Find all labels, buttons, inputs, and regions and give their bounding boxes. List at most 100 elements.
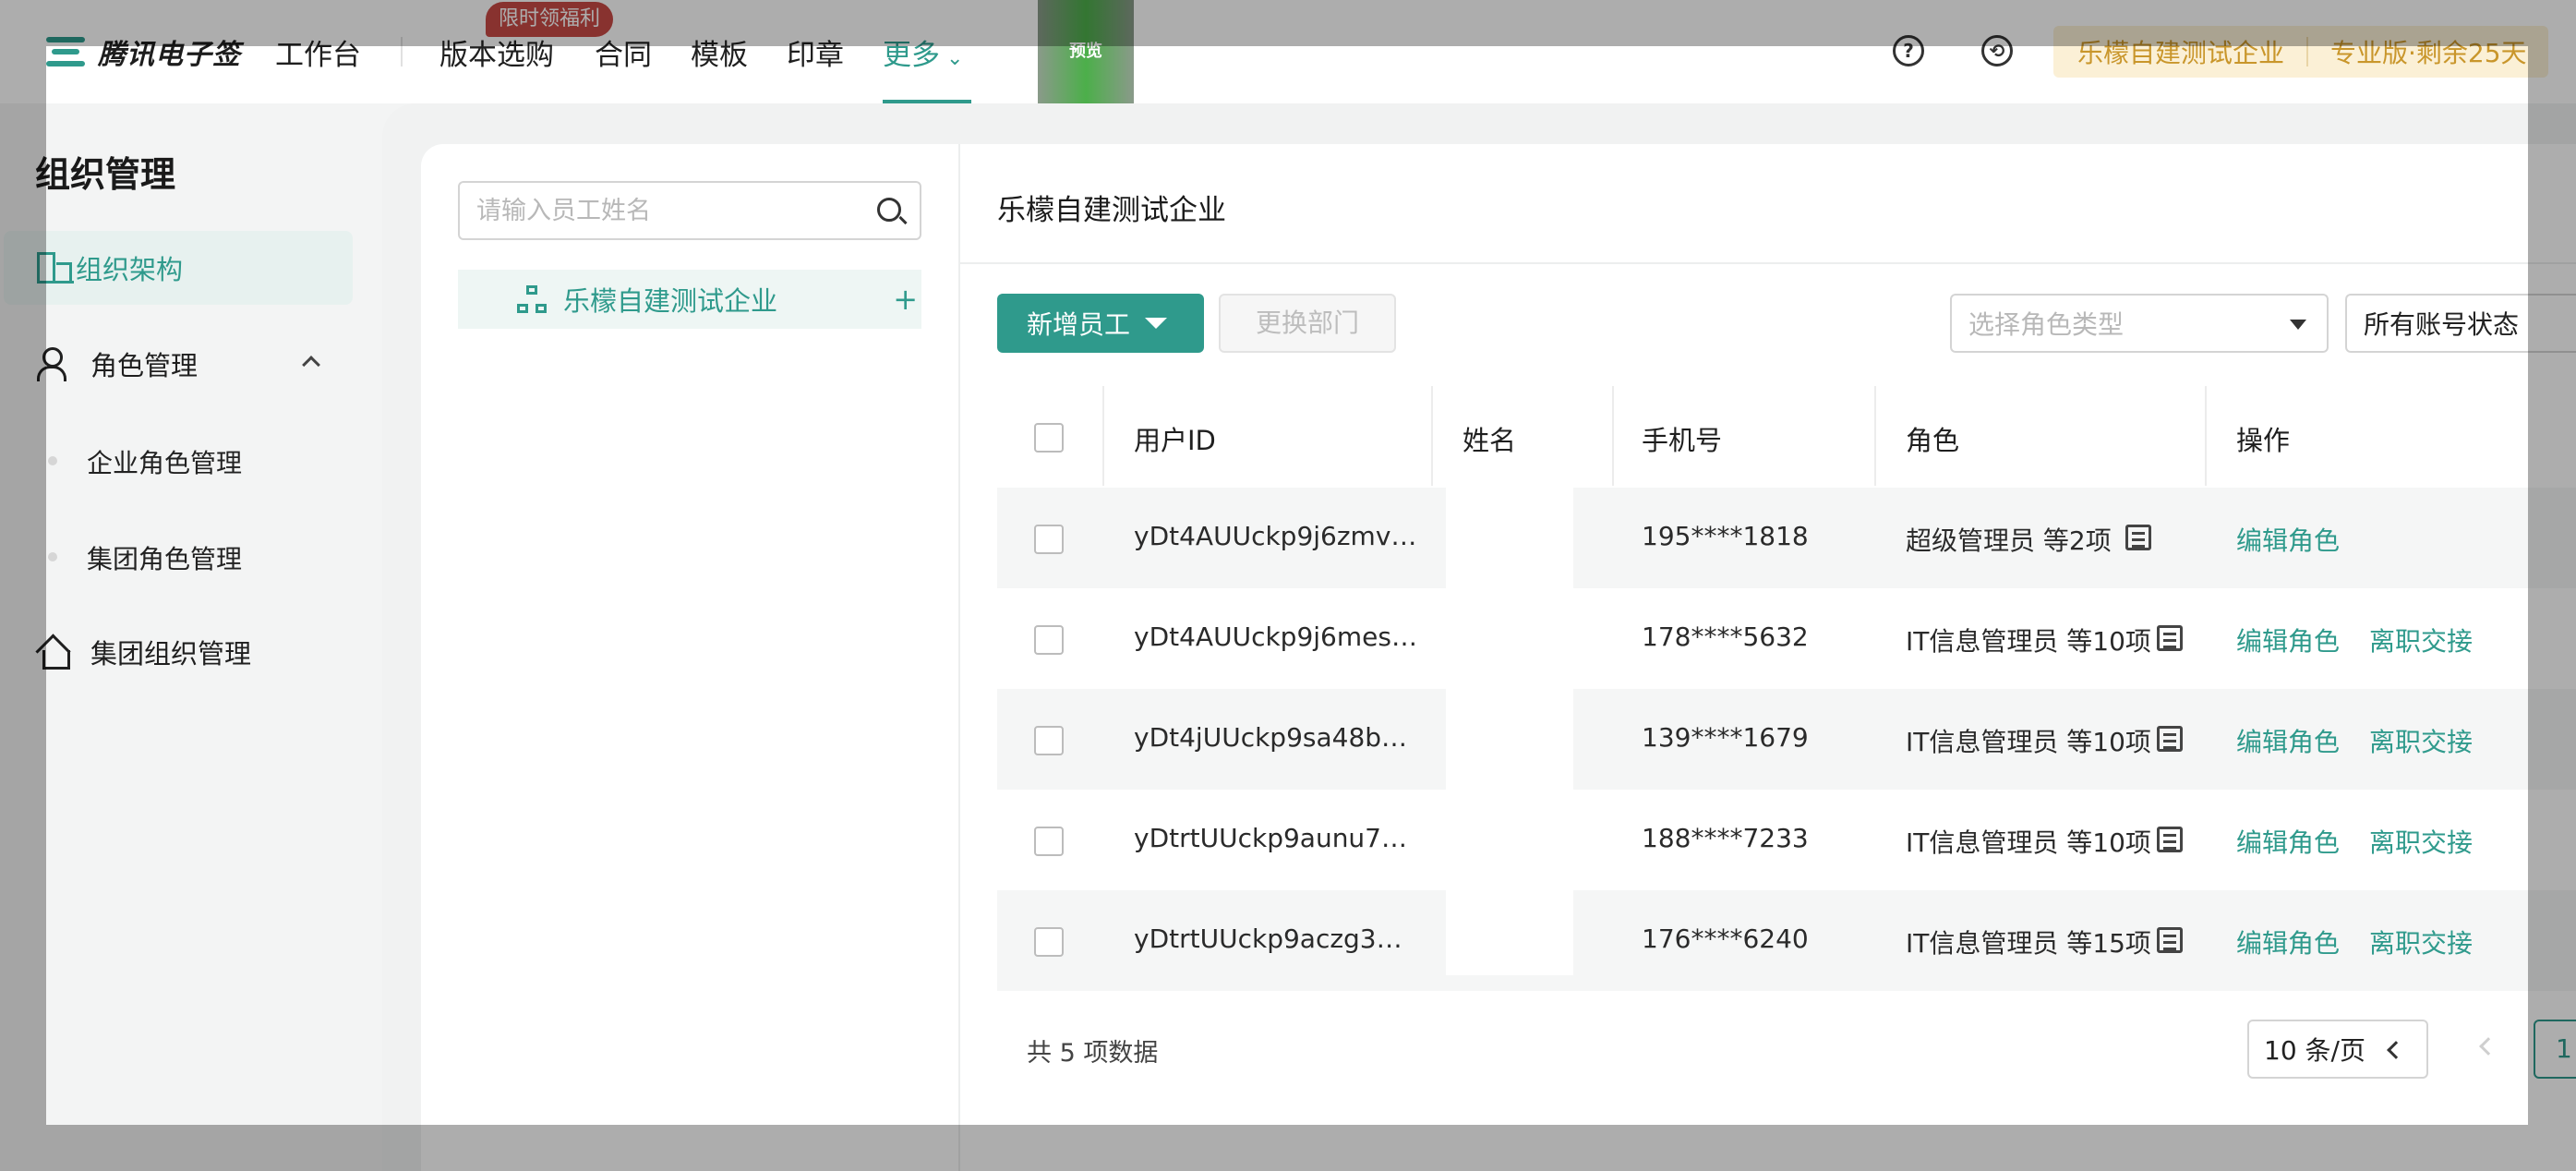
row-checkbox[interactable] [1034,525,1064,554]
sidebar-subitem-group-roles[interactable]: 集团角色管理 [87,539,242,576]
nav-templates[interactable]: 模板 [691,31,748,73]
page-size-value: 10 条/页 [2264,1035,2365,1066]
cell-phone: 195****1818 [1642,521,1809,551]
nav-seals[interactable]: 印章 [787,31,844,73]
pane-divider [958,144,960,1171]
role-list-icon[interactable] [2157,827,2183,852]
cell-user-id: yDt4AUUckp9j6zmv… [1134,521,1417,551]
preview-tab[interactable]: 预览 [1038,0,1134,103]
row-checkbox[interactable] [1034,726,1064,755]
employee-search-input[interactable] [476,183,864,238]
table-row: yDt4AUUckp9j6mes… 178****5632 IT信息管理员 等1… [997,588,2576,689]
column-divider [1612,386,1614,486]
cell-phone: 139****1679 [1642,722,1809,753]
row-checkbox[interactable] [1034,827,1064,856]
role-list-icon[interactable] [2157,625,2183,651]
page-size-select[interactable]: 10 条/页 [2247,1020,2428,1079]
cell-phone: 176****6240 [1642,924,1809,954]
org-tree-root[interactable]: 乐檬自建测试企业 + [458,270,921,329]
table-header: 用户ID 姓名 手机号 角色 操作 [997,386,2576,486]
employee-search[interactable] [458,181,921,240]
account-status-select[interactable]: 所有账号状态 [2345,294,2576,353]
role-list-icon[interactable] [2157,927,2183,953]
sidebar-item-label: 角色管理 [90,350,199,381]
chevron-down-icon: ⌄ [940,47,964,70]
plan-status: 专业版·剩余25天 [2330,38,2527,68]
cell-phone: 188****7233 [1642,823,1809,853]
cell-role: IT信息管理员 等10项 [1906,727,2151,757]
org-switcher[interactable]: 乐檬自建测试企业 专业版·剩余25天 [2053,26,2548,78]
group-org-icon [37,635,70,670]
row-checkbox[interactable] [1034,625,1064,655]
nav-more-label: 更多 [883,39,940,72]
bullet-dot [48,552,57,561]
total-count: 共 5 项数据 [1027,1039,1159,1068]
resign-handover-link[interactable]: 离职交接 [2369,622,2473,658]
search-icon[interactable] [877,198,901,222]
sidebar-item-group-org[interactable]: 集团组织管理 [4,615,353,689]
table-row: yDt4jUUckp9sa48b… 139****1679 IT信息管理员 等1… [997,689,2576,790]
column-header-actions: 操作 [2236,425,2291,456]
brand-logo[interactable]: 腾讯电子签 [46,31,241,72]
sidebar-title: 组织管理 [35,154,176,195]
cell-user-id: yDtrtUUckp9aczg3… [1134,924,1402,954]
cell-role: IT信息管理员 等10项 [1906,626,2151,657]
table-row: yDtrtUUckp9aunu7… 188****7233 IT信息管理员 等1… [997,790,2576,890]
help-icon[interactable]: ? [1893,35,1924,66]
role-type-placeholder: 选择角色类型 [1968,309,2125,340]
sidebar-subitem-enterprise-roles[interactable]: 企业角色管理 [87,443,242,480]
nav-workbench[interactable]: 工作台 [275,31,361,73]
role-list-icon[interactable] [2125,525,2151,550]
header-divider [960,262,2576,264]
edit-role-link[interactable]: 编辑角色 [2236,521,2340,558]
edit-role-link[interactable]: 编辑角色 [2236,622,2340,658]
resign-handover-link[interactable]: 离职交接 [2369,823,2473,860]
logo-icon [46,35,85,68]
page-number-current[interactable]: 1 [2534,1020,2576,1079]
row-checkbox[interactable] [1034,927,1064,957]
add-employee-label: 新增员工 [1027,309,1131,340]
resign-handover-link[interactable]: 离职交接 [2369,722,2473,759]
department-title: 乐檬自建测试企业 [997,194,1226,227]
edit-role-link[interactable]: 编辑角色 [2236,924,2340,960]
select-all-checkbox[interactable] [1034,423,1064,453]
building-icon [37,252,74,284]
nav-more[interactable]: 更多 ⌄ [883,31,963,73]
nav-contracts[interactable]: 合同 [595,31,652,73]
cell-role: 超级管理员 等2项 [1906,525,2112,556]
caret-down-icon [1145,318,1168,329]
switch-icon[interactable]: ⟲ [1981,35,2013,66]
brand-name: 腾讯电子签 [98,39,241,71]
table-row: yDt4AUUckp9j6zmv… 195****1818 超级管理员 等2项 … [997,488,2576,588]
chevron-up-icon [302,356,320,374]
role-type-select[interactable]: 选择角色类型 [1950,294,2329,353]
column-header-role: 角色 [1906,425,1960,456]
add-department-icon[interactable]: + [893,282,918,317]
sidebar-item-label: 集团组织管理 [90,638,252,670]
role-list-icon[interactable] [2157,726,2183,752]
nav-divider [401,37,403,66]
sidebar-item-role-management[interactable]: 角色管理 [4,327,353,401]
cell-user-id: yDtrtUUckp9aunu7… [1134,823,1407,853]
sidebar-item-label: 组织架构 [76,254,184,285]
column-header-user-id: 用户ID [1134,425,1216,456]
edit-role-link[interactable]: 编辑角色 [2236,823,2340,860]
role-icon [37,347,70,381]
change-department-button[interactable]: 更换部门 [1219,294,1396,353]
chevron-left-icon [2387,1041,2405,1059]
column-header-phone: 手机号 [1642,425,1723,456]
account-status-value: 所有账号状态 [2364,309,2520,340]
column-divider [1102,386,1104,486]
column-divider [1874,386,1876,486]
nav-version-purchase[interactable]: 版本选购 [439,31,554,73]
cell-role: IT信息管理员 等10项 [1906,827,2151,858]
edit-role-link[interactable]: 编辑角色 [2236,722,2340,759]
add-employee-button[interactable]: 新增员工 [997,294,1204,353]
top-nav-bar: 腾讯电子签 工作台 版本选购 限时领福利 合同 模板 印章 更多 ⌄ 预览 ? … [0,0,2576,103]
resign-handover-link[interactable]: 离职交接 [2369,924,2473,960]
sidebar-item-org-structure[interactable]: 组织架构 [4,231,353,305]
column-divider [2205,386,2207,486]
org-tree-icon [517,285,547,313]
column-divider [1431,386,1433,486]
cell-user-id: yDt4AUUckp9j6mes… [1134,622,1417,652]
